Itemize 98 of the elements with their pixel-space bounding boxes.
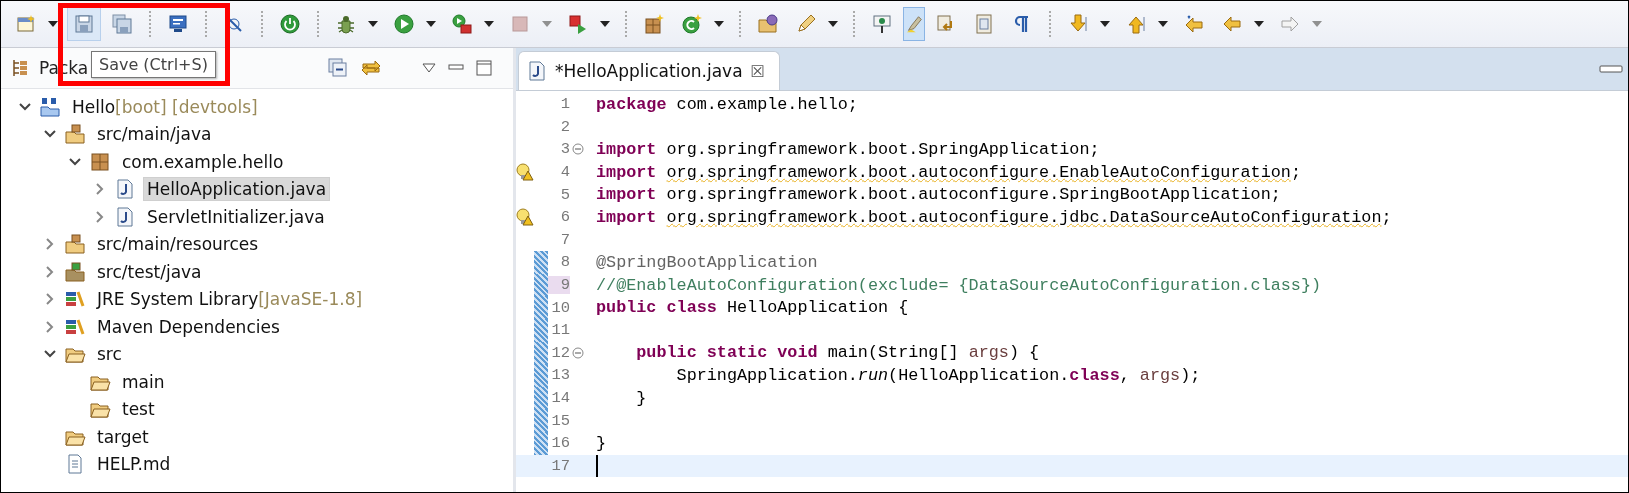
code-line: } bbox=[635, 388, 647, 408]
line-number: 6 bbox=[559, 208, 570, 227]
power-icon[interactable] bbox=[279, 13, 301, 35]
expanded-chevron-icon[interactable] bbox=[68, 156, 82, 167]
code-line: public static void main(String[] args) { bbox=[635, 343, 1040, 363]
java-file-icon bbox=[114, 178, 136, 201]
line-number: 2 bbox=[559, 117, 570, 136]
tree-item[interactable]: Hello[boot] [devtools] bbox=[68, 94, 262, 119]
fold-icon[interactable] bbox=[572, 346, 584, 359]
tree-item[interactable]: src bbox=[93, 342, 126, 367]
line-number: 11 bbox=[550, 321, 570, 340]
code-line: @SpringBootApplication bbox=[596, 252, 818, 272]
code-line: SpringApplication.run(HelloApplication.class, args); bbox=[675, 365, 1201, 385]
line-number: 5 bbox=[559, 185, 570, 204]
code-line: } bbox=[596, 433, 607, 453]
new-package-icon[interactable] bbox=[643, 13, 665, 35]
collapse-all-icon[interactable] bbox=[327, 57, 349, 79]
text-cursor bbox=[596, 454, 598, 477]
minimize-icon[interactable] bbox=[1598, 63, 1624, 75]
open-folder-icon[interactable] bbox=[757, 13, 779, 35]
java-file-icon bbox=[114, 205, 136, 228]
dropdown-caret-icon[interactable] bbox=[47, 20, 59, 28]
line-number: 14 bbox=[550, 389, 570, 407]
code-line: //@EnableAutoConfiguration(exclude= {DataSourceAutoConfiguration.class}) bbox=[596, 275, 1322, 295]
collapsed-chevron-icon[interactable] bbox=[95, 182, 105, 197]
package-folder-icon bbox=[64, 260, 86, 283]
tree-item[interactable]: JRE System Library[JavaSE-1.8] bbox=[93, 287, 367, 312]
tooltip: Save (Ctrl+S) bbox=[91, 51, 216, 78]
collapsed-chevron-icon[interactable] bbox=[45, 319, 55, 334]
line-number: 15 bbox=[550, 411, 570, 430]
view-menu-icon[interactable] bbox=[421, 62, 437, 74]
expanded-chevron-icon[interactable] bbox=[18, 101, 32, 112]
pin-icon[interactable] bbox=[871, 13, 893, 35]
line-number: 8 bbox=[559, 253, 570, 272]
dropdown-caret-icon[interactable] bbox=[827, 20, 839, 28]
fold-icon[interactable] bbox=[572, 143, 584, 156]
dropdown-caret-icon[interactable] bbox=[1253, 20, 1265, 28]
dropdown-caret-icon[interactable] bbox=[483, 20, 495, 28]
dropdown-caret-icon[interactable] bbox=[1157, 20, 1169, 28]
package-folder-icon bbox=[64, 233, 86, 256]
dropdown-caret-icon[interactable] bbox=[425, 20, 437, 28]
tree-view-icon bbox=[11, 58, 29, 78]
tree-item[interactable]: ServletInitializer.java bbox=[143, 204, 329, 229]
line-number: 12 bbox=[550, 343, 570, 362]
maximize-icon[interactable] bbox=[475, 59, 493, 77]
editor-tab[interactable]: *HelloApplication.java ☒ bbox=[518, 51, 780, 90]
save-icon[interactable] bbox=[73, 13, 95, 35]
expanded-chevron-icon[interactable] bbox=[43, 349, 57, 360]
java-file-icon bbox=[527, 60, 547, 82]
lightbulb-warning-icon[interactable] bbox=[516, 163, 534, 182]
line-number: 16 bbox=[550, 434, 570, 453]
dropdown-caret-icon[interactable] bbox=[599, 20, 611, 28]
line-number: 1 bbox=[559, 95, 570, 114]
pencil-icon[interactable] bbox=[795, 13, 817, 35]
code-line: import org.springframework.boot.SpringApplication; bbox=[596, 140, 1100, 159]
tree-item[interactable]: HELP.md bbox=[93, 452, 175, 477]
code-line: import org.springframework.boot.autoconfigure.jdbc.DataSourceAutoConfiguration; bbox=[596, 207, 1392, 227]
package-icon bbox=[89, 150, 111, 173]
code-line: package com.example.hello; bbox=[596, 94, 858, 114]
lightbulb-warning-icon[interactable] bbox=[516, 208, 534, 227]
collapsed-chevron-icon[interactable] bbox=[45, 292, 55, 307]
tree-item[interactable]: Maven Dependencies bbox=[93, 314, 284, 339]
tree-item[interactable]: src/test/java bbox=[93, 259, 206, 284]
close-tab-icon[interactable]: ☒ bbox=[750, 61, 765, 81]
tree-item[interactable]: src/main/java bbox=[93, 122, 216, 147]
bug-icon[interactable] bbox=[335, 13, 357, 35]
dropdown-caret-icon[interactable] bbox=[367, 20, 379, 28]
new-window-icon[interactable] bbox=[15, 13, 37, 35]
line-number: 9 bbox=[548, 276, 570, 295]
collapsed-chevron-icon[interactable] bbox=[45, 237, 55, 252]
line-number: 10 bbox=[550, 298, 570, 317]
run-icon[interactable] bbox=[393, 13, 415, 35]
line-number: 13 bbox=[550, 366, 570, 385]
project-icon bbox=[39, 95, 61, 118]
tree-item[interactable]: HelloApplication.java bbox=[143, 177, 331, 202]
line-number: 17 bbox=[550, 456, 570, 475]
line-number: 4 bbox=[559, 163, 570, 182]
collapsed-chevron-icon[interactable] bbox=[95, 209, 105, 224]
code-line: import org.springframework.boot.autoconfigure.SpringBootApplication; bbox=[596, 185, 1281, 205]
line-number: 7 bbox=[559, 230, 570, 249]
monitor-icon[interactable] bbox=[167, 13, 189, 35]
line-number: 3 bbox=[559, 140, 570, 159]
package-folder-icon bbox=[64, 123, 86, 146]
tree-item[interactable]: main bbox=[118, 369, 169, 394]
new-class-icon[interactable] bbox=[681, 13, 703, 35]
tree-item[interactable]: src/main/resources bbox=[93, 232, 263, 257]
save-all-icon[interactable] bbox=[111, 13, 133, 35]
dropdown-caret-icon[interactable] bbox=[713, 20, 725, 28]
collapsed-chevron-icon[interactable] bbox=[45, 264, 55, 279]
code-line: public class HelloApplication { bbox=[596, 298, 909, 318]
dropdown-caret-icon[interactable] bbox=[1099, 20, 1111, 28]
code-line: import org.springframework.boot.autoconfigure.EnableAutoConfiguration; bbox=[596, 162, 1301, 182]
tree-item[interactable]: com.example.hello bbox=[118, 149, 288, 174]
tree-item[interactable]: target bbox=[93, 424, 153, 449]
tree-item[interactable]: test bbox=[118, 397, 159, 422]
back-asterisk-icon[interactable] bbox=[1183, 13, 1205, 35]
expanded-chevron-icon[interactable] bbox=[43, 129, 57, 140]
run-config-icon[interactable] bbox=[451, 13, 473, 35]
